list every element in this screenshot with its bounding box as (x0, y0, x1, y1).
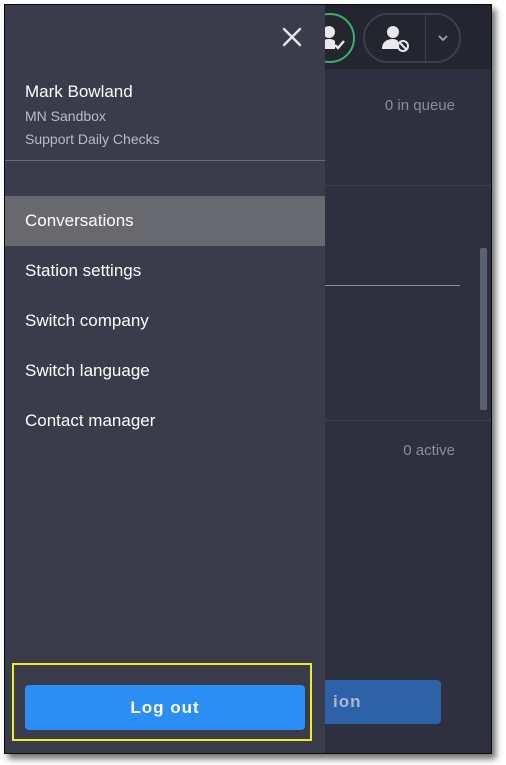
status-divider (425, 15, 426, 61)
section-underline (325, 285, 460, 286)
menu-item-contact-manager[interactable]: Contact manager (5, 396, 325, 446)
background-action-button[interactable]: ion (305, 680, 441, 724)
side-drawer: Mark Bowland MN Sandbox Support Daily Ch… (5, 5, 325, 753)
drawer-divider (5, 160, 325, 161)
close-icon[interactable] (278, 23, 306, 51)
menu-item-station-settings[interactable]: Station settings (5, 246, 325, 296)
section-divider (325, 185, 491, 186)
user-blocked-icon (382, 26, 409, 52)
menu-item-conversations[interactable]: Conversations (5, 196, 325, 246)
logout-button[interactable]: Log out (25, 685, 305, 730)
app-window: 0 in queue 0 active ion Mark Bowland MN … (4, 4, 492, 754)
chevron-down-icon[interactable] (433, 28, 453, 48)
section-divider (325, 420, 491, 421)
menu-item-switch-language[interactable]: Switch language (5, 346, 325, 396)
active-status: 0 active (403, 442, 455, 459)
scrollbar[interactable] (480, 248, 487, 410)
company-name: MN Sandbox (25, 108, 106, 124)
user-name: Mark Bowland (25, 82, 133, 101)
away-status-button[interactable] (363, 13, 461, 63)
drawer-menu: Conversations Station settings Switch co… (5, 196, 325, 446)
queue-status: 0 in queue (384, 97, 455, 114)
station-name: Support Daily Checks (25, 131, 160, 147)
menu-item-switch-company[interactable]: Switch company (5, 296, 325, 346)
